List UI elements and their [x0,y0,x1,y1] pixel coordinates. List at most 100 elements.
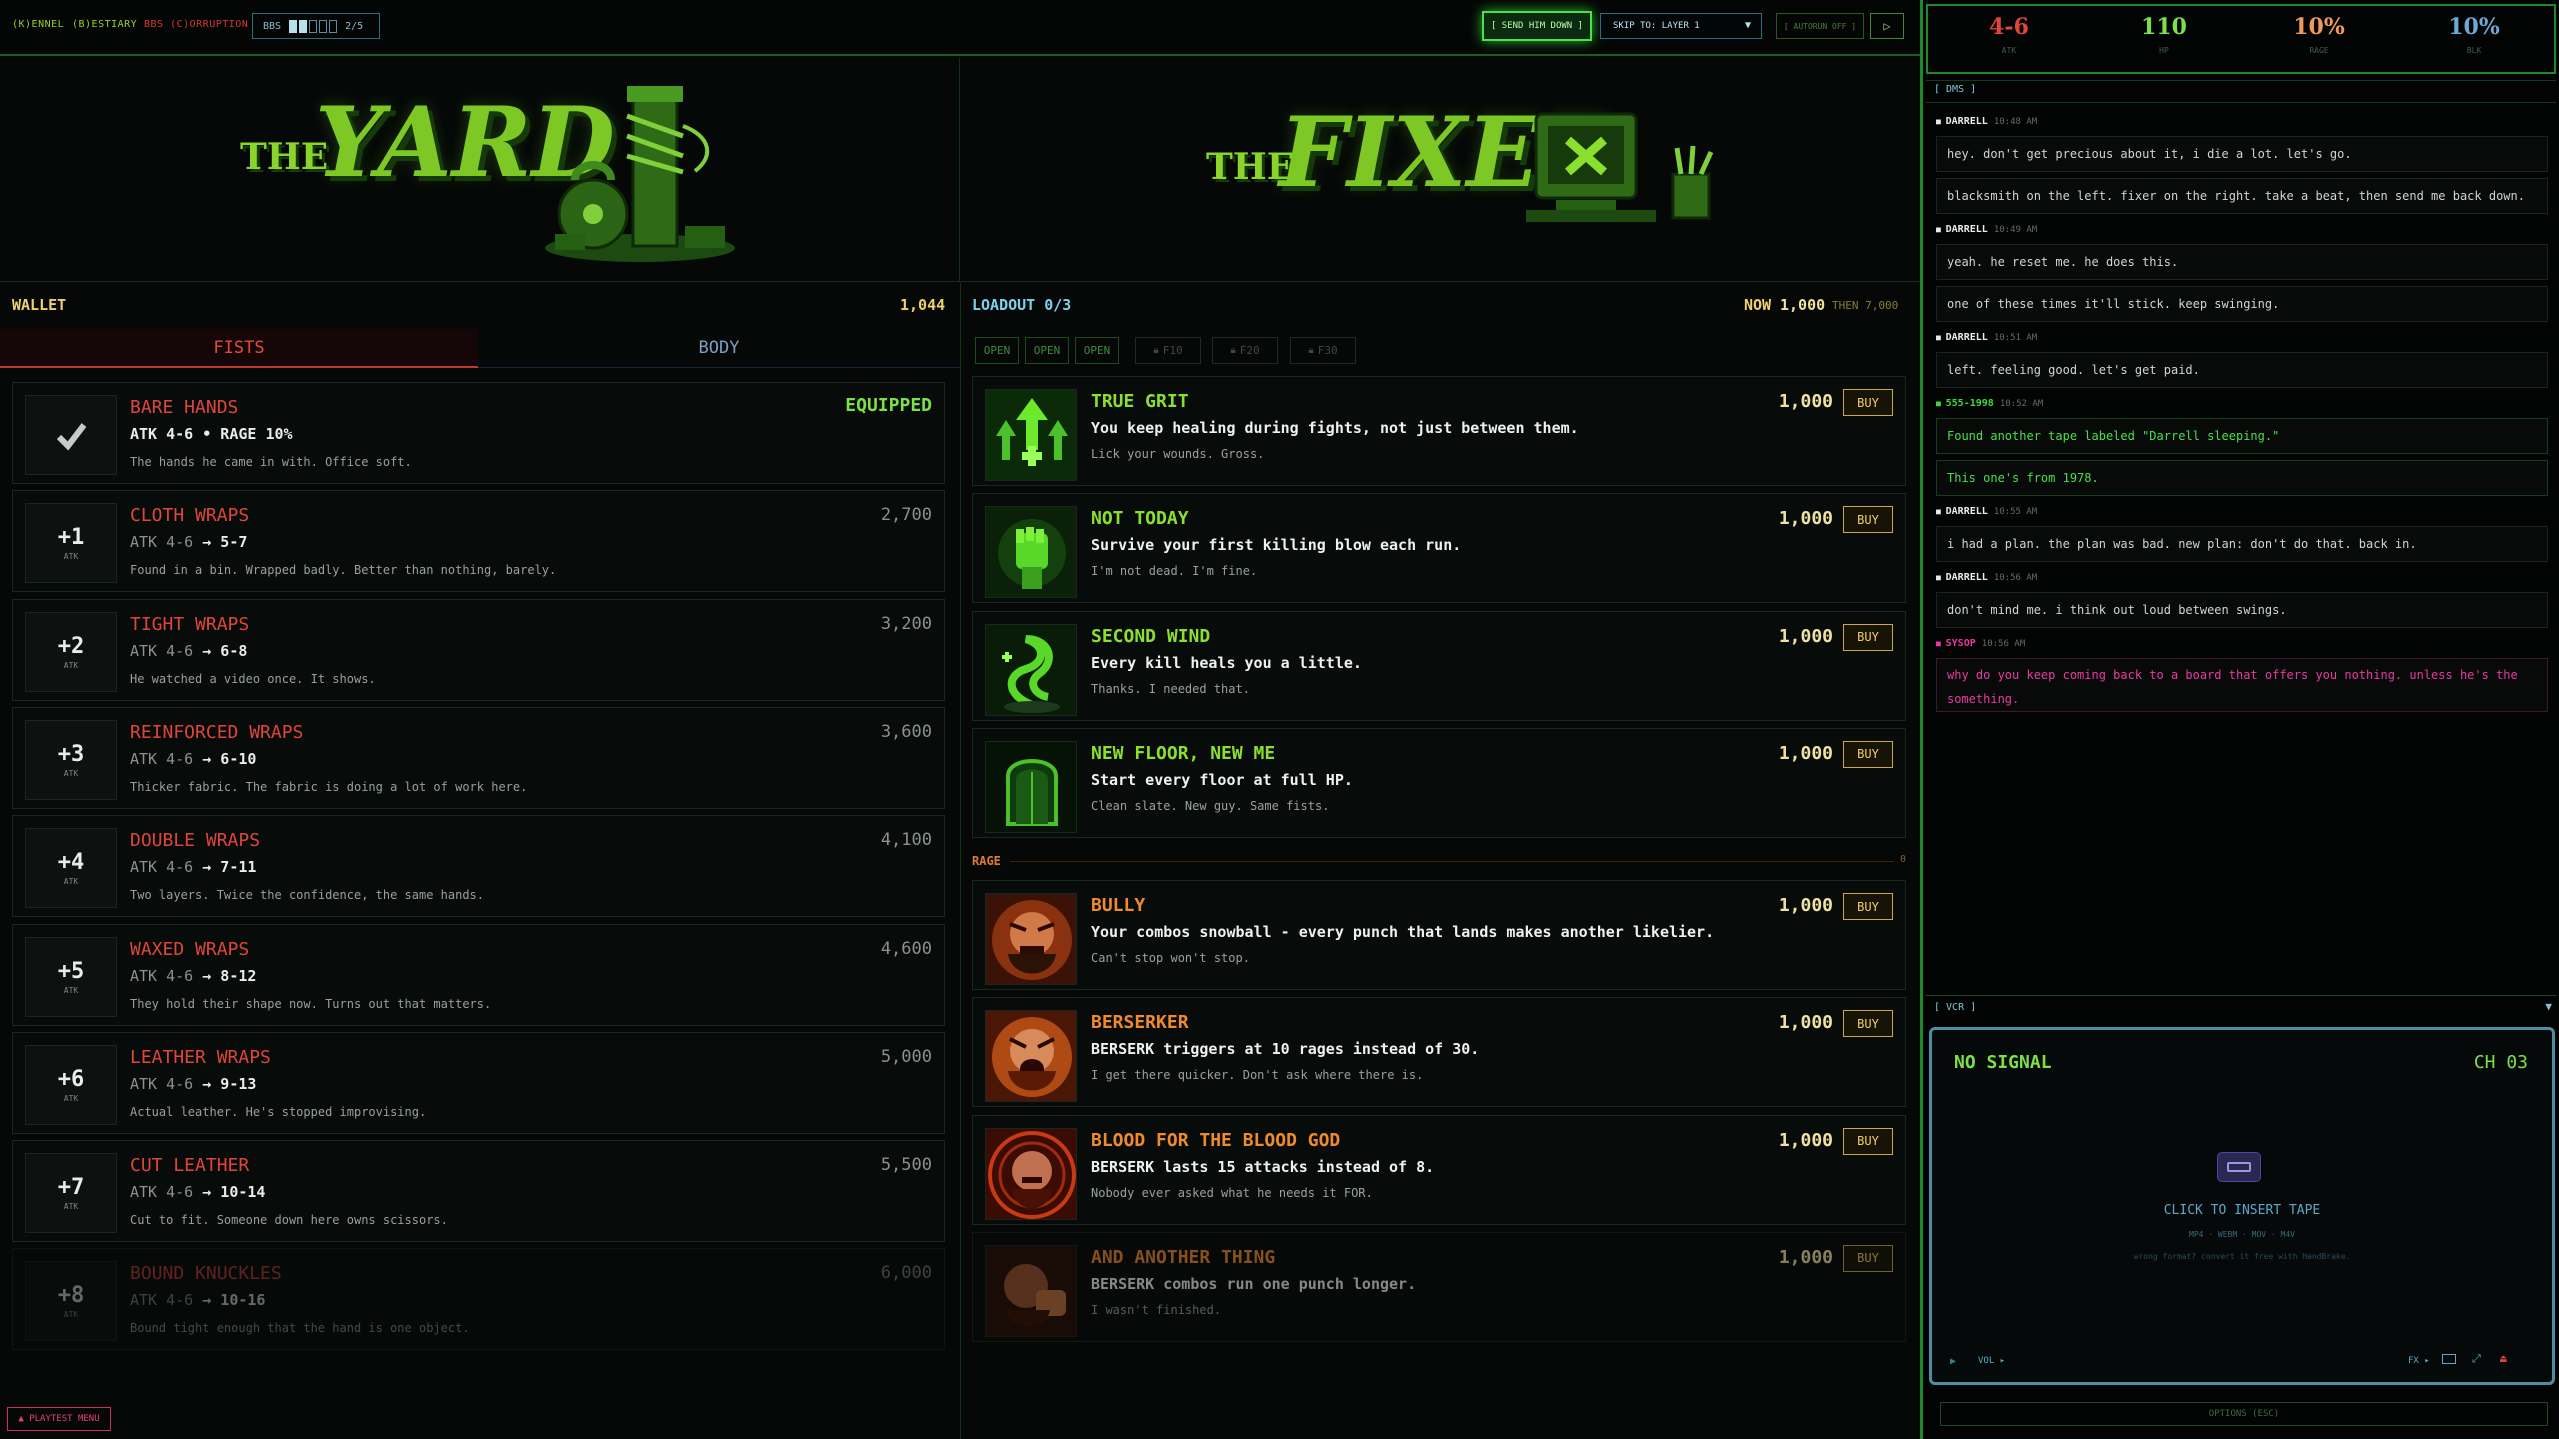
weapon-stat-new: → 5-7 [202,533,248,552]
weapon-card[interactable]: +4 ATK DOUBLE WRAPS ATK 4-6 → 7-11 Two layer… [12,815,945,918]
weapon-card[interactable]: +8 ATK BOUND KNUCKLES ATK 4-6 → 10-16 Bound … [12,1248,945,1351]
rage-perk-card[interactable]: BLOOD FOR THE BLOOD GOD BERSERK lasts 15 … [972,1114,1906,1225]
bbs-segment [309,19,318,33]
chevron-down-icon: ▼ [1744,20,1751,31]
weapon-price: 4,600 [880,938,932,959]
weapon-stat-new: → 10-16 [202,1291,266,1310]
tape-icon[interactable] [2217,1152,2261,1182]
tab-body[interactable]: BODY [478,329,960,368]
slot-label: F20 [1239,344,1260,357]
menu-kennel[interactable]: (K)ENNEL [12,19,64,30]
upgrade-stat: ATK [63,552,79,562]
weapon-stat-old: ATK 4-6 [130,749,194,768]
buy-button[interactable]: BUY [1843,1244,1893,1272]
menu-bestiary[interactable]: (B)ESTIARY [72,19,137,30]
weapon-upgrade-icon: +3 ATK [25,719,117,800]
dm-message: yeah. he reset me. he does this. [1936,244,2548,280]
triangle-down-icon[interactable]: ▼ [2545,1000,2552,1013]
send-him-down-button[interactable]: [ SEND HIM DOWN ] [1482,11,1592,41]
weapon-stat: ATK 4-6 • RAGE 10% [130,425,293,443]
autorun-toggle[interactable]: [ AUTORUN OFF ] [1776,13,1864,39]
insert-tape-link[interactable]: CLICK TO INSERT TAPE [1932,1203,2552,1218]
vcr-volume[interactable]: VOL ▸ [1978,1356,2005,1366]
vcr-player[interactable]: NO SIGNAL CH 03 CLICK TO INSERT TAPE MP4… [1929,1027,2555,1385]
dms-divider [1926,102,2556,103]
buy-button[interactable]: BUY [1843,1127,1893,1155]
buy-button[interactable]: BUY [1843,740,1893,768]
weapon-card[interactable]: BARE HANDS ATK 4-6 • RAGE 10% The hands he… [12,382,945,484]
weapon-desc: Actual leather. He's stopped improvising… [130,1104,427,1119]
playtest-menu-button[interactable]: ▲ PLAYTEST MENU [7,1407,111,1431]
weapon-stat: ATK 4-6 → 10-16 [130,1291,265,1309]
perk-name: SECOND WIND [1091,625,1211,647]
dm-message: hey. don't get precious about it, i die … [1936,136,2548,172]
menu-bbs-corruption[interactable]: BBS (C)ORRUPTION [144,19,248,30]
vcr-header-label: [ VCR ] [1934,1002,1977,1013]
sender-dot-icon: ■ [1936,399,1946,408]
perk-card[interactable]: TRUE GRIT You keep healing during fights,… [972,376,1906,486]
weapon-card[interactable]: +3 ATK REINFORCED WRAPS ATK 4-6 → 6-10 Thick… [12,706,945,809]
buy-button[interactable]: BUY [1843,389,1893,416]
perk-card[interactable]: SECOND WIND Every kill heals you a little… [972,610,1906,721]
fullscreen-icon[interactable]: ⤢ [2472,1352,2481,1366]
perk-card[interactable]: NEW FLOOR, NEW ME Start every floor at fu… [972,727,1906,838]
upgrade-stat: ATK [63,660,79,670]
upgrade-stat: ATK [63,1093,79,1103]
weapon-card[interactable]: +7 ATK CUT LEATHER ATK 4-6 → 10-14 Cut to fi… [12,1140,945,1243]
weapon-upgrade-icon: +6 ATK [25,1044,117,1125]
rage-perk-card[interactable]: AND ANOTHER THING BERSERK combos run one … [972,1231,1906,1342]
bbs-label: BBS [263,20,282,32]
weapon-stat-new: → 6-8 [202,641,248,660]
wind-swirl-icon [985,623,1077,716]
perk-name: NEW FLOOR, NEW ME [1091,742,1276,764]
loadout-label: LOADOUT 0/3 [972,296,1072,314]
vcr-formats: MP4 · WEBM · MOV · M4V [2189,1230,2295,1239]
dm-header: ■ 555-1998 10:52 AM [1936,398,2043,409]
weapon-card[interactable]: +2 ATK TIGHT WRAPS ATK 4-6 → 6-8 He watched … [12,598,945,701]
weapon-card[interactable]: +1 ATK CLOTH WRAPS ATK 4-6 → 5-7 Found in a … [12,490,945,593]
weapon-card[interactable]: +6 ATK LEATHER WRAPS ATK 4-6 → 9-13 Actual l… [12,1031,945,1134]
sender-name: 555-1998 [1945,398,1994,409]
theater-mode-icon[interactable] [2442,1354,2456,1364]
buy-button[interactable]: BUY [1843,506,1893,534]
perk-card[interactable]: NOT TODAY Survive your first killing blow… [972,493,1906,604]
sender-dot-icon: ■ [1936,117,1946,126]
lock-icon: 🔒︎ [1230,345,1236,356]
column-divider [960,282,961,1439]
rage-perk-card[interactable]: BULLY Your combos snowball - every punch … [972,880,1906,990]
vcr-play-icon[interactable]: ▶ [1950,1356,1956,1367]
open-slot[interactable]: OPEN [1025,337,1069,364]
perk-price: 1,000 [1778,625,1833,647]
wallet-label: WALLET [12,296,67,314]
locked-slot: 🔒︎ F20 [1212,337,1278,364]
wallet-amount: 1,044 [900,296,946,314]
eject-icon[interactable]: ⏏ [2500,1352,2507,1365]
open-slot[interactable]: OPEN [1075,337,1119,364]
skip-to-layer-select[interactable]: SKIP TO: LAYER 1 ▼ [1600,13,1762,39]
perk-name: BLOOD FOR THE BLOOD GOD [1091,1129,1341,1151]
weapon-stat-new: → 10-14 [202,1183,266,1202]
lock-icon: 🔒︎ [1308,345,1314,356]
tab-fists[interactable]: FISTS [0,329,478,368]
weapon-price: 5,000 [880,1046,932,1067]
vcr-fx[interactable]: FX ▸ [2408,1356,2430,1366]
weapon-stat-old: ATK 4-6 [130,966,194,985]
anvil-post-icon [545,86,735,262]
slot-label: F30 [1317,344,1338,357]
now-label: NOW [1744,296,1772,314]
buy-button[interactable]: BUY [1843,893,1893,920]
slot-label: OPEN [1033,344,1061,357]
weapon-name: LEATHER WRAPS [130,1046,271,1068]
buy-button[interactable]: BUY [1843,623,1893,651]
buy-button[interactable]: BUY [1843,1010,1893,1038]
rage-perk-card[interactable]: BERSERKER BERSERK triggers at 10 rages in… [972,997,1906,1108]
dm-header: ■ DARRELL 10:51 AM [1936,332,2037,343]
vcr-header[interactable]: [ VCR ] ▼ [1926,998,2556,1018]
play-button[interactable]: ▷ [1870,13,1904,39]
open-slot[interactable]: OPEN [975,337,1019,364]
stat-label: BLK [2466,46,2482,55]
message-time: 10:52 AM [1999,399,2044,409]
weapon-card[interactable]: +5 ATK WAXED WRAPS ATK 4-6 → 8-12 They hold … [12,923,945,1026]
options-button[interactable]: OPTIONS (ESC) [1940,1402,2548,1426]
weapon-stat-old: ATK 4-6 [130,1183,194,1202]
